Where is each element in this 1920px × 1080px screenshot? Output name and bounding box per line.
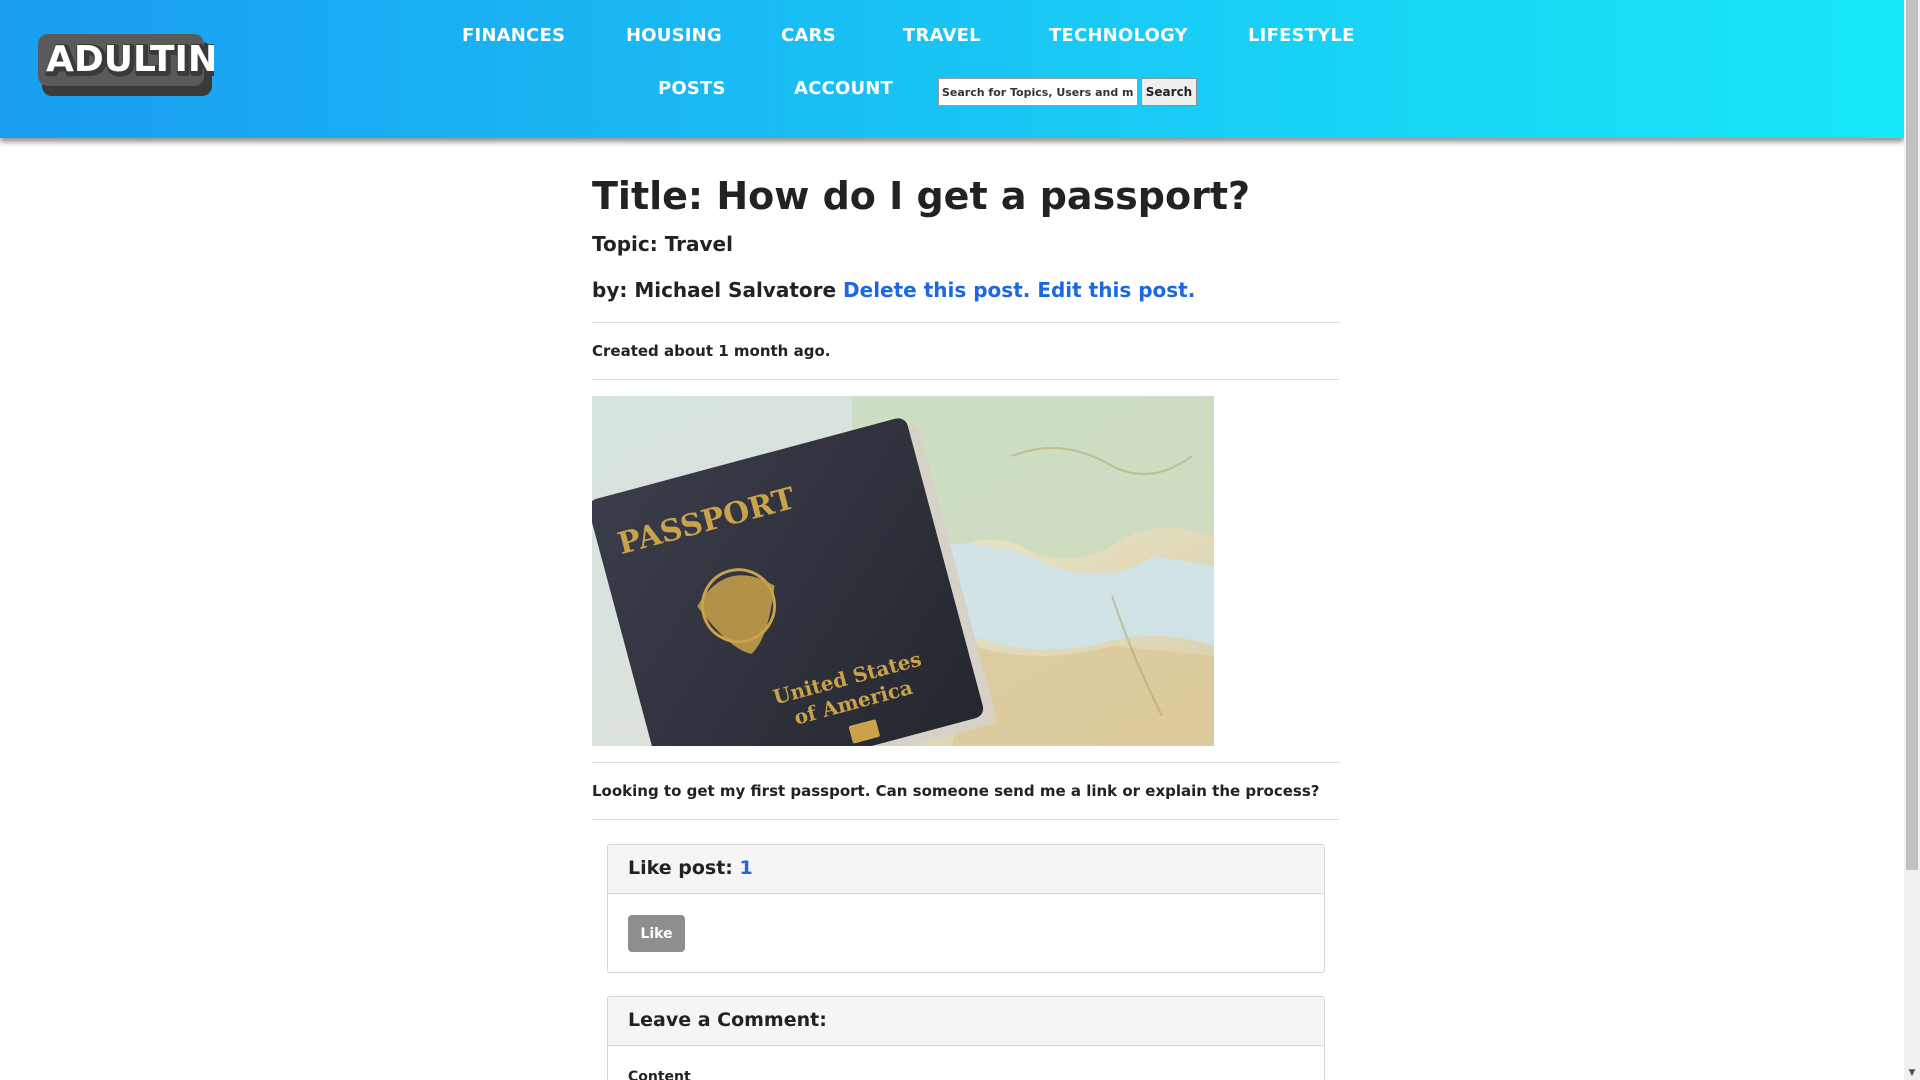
comment-panel: Leave a Comment: Content <box>607 996 1325 1080</box>
nav-technology[interactable]: TECHNOLOGY <box>1049 25 1188 46</box>
search-input[interactable] <box>938 78 1138 106</box>
like-panel: Like post: 1 Like <box>607 844 1325 973</box>
nav-cars[interactable]: CARS <box>781 25 836 46</box>
post-title: Title: How do I get a passport? <box>592 174 1251 218</box>
nav-posts[interactable]: POSTS <box>658 78 726 99</box>
delete-post-link[interactable]: Delete this post. <box>843 278 1030 302</box>
like-count[interactable]: 1 <box>740 857 753 879</box>
comment-panel-heading: Leave a Comment: <box>608 997 1324 1046</box>
post-author: by: Michael Salvatore <box>592 278 844 302</box>
post-author-line: by: Michael Salvatore Delete this post. … <box>592 278 1195 302</box>
nav-finances[interactable]: FINANCES <box>462 25 565 46</box>
divider <box>592 819 1340 820</box>
edit-post-link[interactable]: Edit this post. <box>1037 278 1195 302</box>
nav-housing[interactable]: HOUSING <box>626 25 722 46</box>
svg-text:ADULTING: ADULTING <box>46 39 214 80</box>
like-panel-heading: Like post: 1 <box>608 845 1324 894</box>
comment-content-label: Content <box>628 1069 691 1080</box>
post-created-time: Created about 1 month ago. <box>592 342 831 360</box>
nav-account[interactable]: ACCOUNT <box>794 78 893 99</box>
page-scrollbar[interactable]: ▼ <box>1904 0 1920 1080</box>
scrollbar-thumb[interactable] <box>1906 0 1918 870</box>
nav-lifestyle[interactable]: LIFESTYLE <box>1248 25 1355 46</box>
post-image: PASSPORT United States of America <box>592 396 1214 746</box>
post-topic: Topic: Travel <box>592 232 733 256</box>
scroll-down-arrow-icon[interactable]: ▼ <box>1904 1066 1920 1080</box>
site-header: ADULTING ADULTING FINANCES HOUSING CARS … <box>0 0 1904 138</box>
divider <box>592 762 1340 763</box>
divider <box>592 322 1340 323</box>
adulting-logo[interactable]: ADULTING ADULTING <box>38 30 214 100</box>
like-heading-label: Like post: <box>628 857 740 879</box>
post-body: Looking to get my first passport. Can so… <box>592 782 1320 800</box>
divider <box>592 379 1340 380</box>
like-button[interactable]: Like <box>628 915 685 952</box>
nav-travel[interactable]: TRAVEL <box>903 25 981 46</box>
search-button[interactable]: Search <box>1141 78 1197 106</box>
